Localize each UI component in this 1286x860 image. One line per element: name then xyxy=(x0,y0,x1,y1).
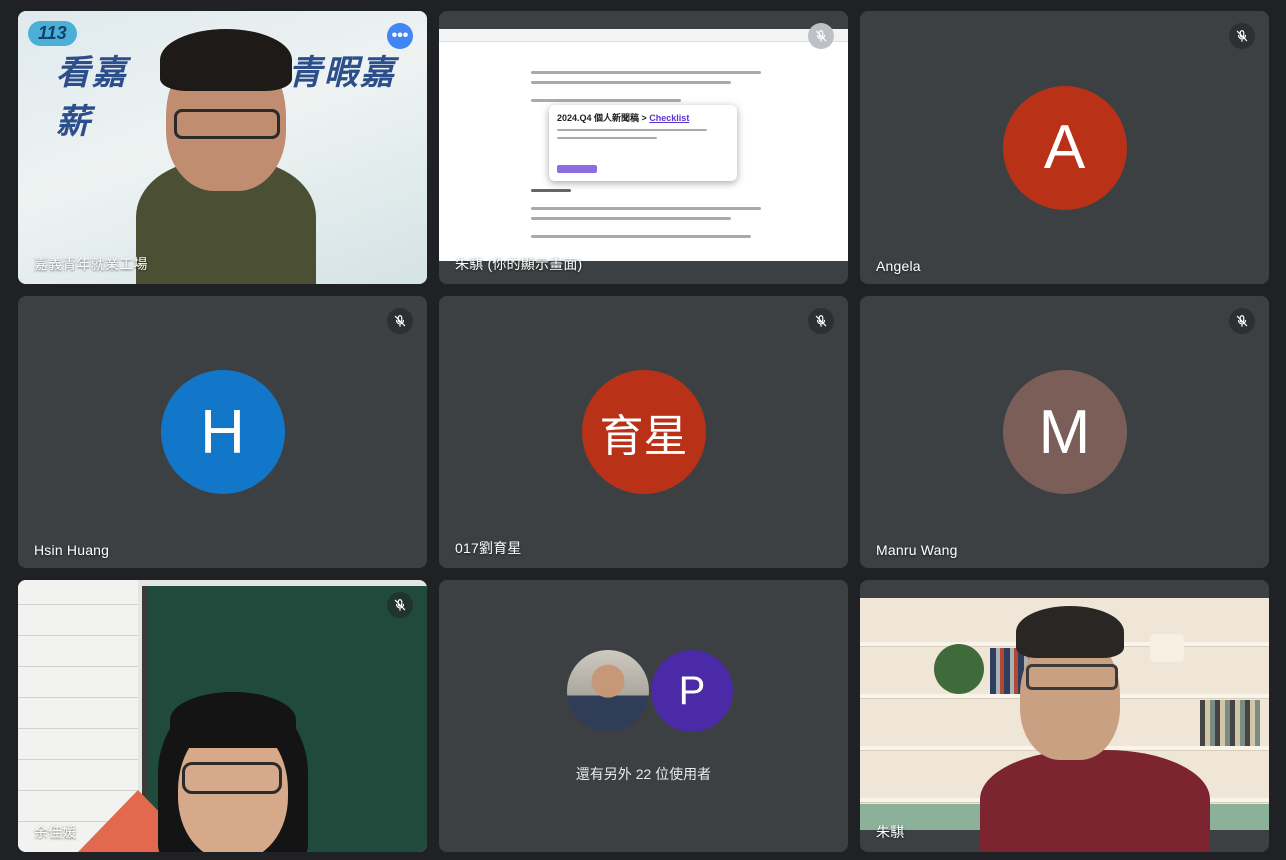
text-line xyxy=(531,207,761,210)
participant-tile-9[interactable]: 朱騏 xyxy=(860,580,1269,852)
mic-off-icon xyxy=(1229,308,1255,334)
text-line xyxy=(557,129,707,131)
text-line xyxy=(531,99,681,102)
shared-screen: 2024.Q4 個人新聞稿 > Checklist xyxy=(439,29,848,261)
mic-off-icon xyxy=(1229,23,1255,49)
participant-name: 朱騏 (你的顯示畫面) xyxy=(455,256,583,272)
text-line xyxy=(531,235,751,238)
avatar: M xyxy=(1002,370,1127,494)
lamp xyxy=(1150,634,1184,662)
more-options-icon[interactable]: ••• xyxy=(387,23,413,49)
text-line xyxy=(531,217,731,220)
shared-popup: 2024.Q4 個人新聞稿 > Checklist xyxy=(549,105,737,181)
avatar: P xyxy=(651,650,733,732)
avatar: A xyxy=(1002,85,1127,210)
mic-off-icon xyxy=(808,308,834,334)
browser-chrome xyxy=(439,29,848,42)
participant-name: 嘉義青年就業工場 xyxy=(34,256,148,272)
participant-name: 朱騏 xyxy=(876,824,905,840)
participant-tile-5[interactable]: 育星 017劉育星 xyxy=(439,296,848,568)
participant-tile-6[interactable]: M Manru Wang xyxy=(860,296,1269,568)
glasses-icon xyxy=(1026,664,1118,690)
person-body xyxy=(980,750,1210,852)
mic-off-icon xyxy=(387,308,413,334)
other-participants-avatars: P xyxy=(567,650,733,734)
glasses-icon xyxy=(182,762,282,794)
person-hair xyxy=(160,29,292,91)
avatar-photo xyxy=(567,650,649,732)
popup-title: 2024.Q4 個人新聞稿 > xyxy=(557,113,650,123)
text-line xyxy=(531,189,571,192)
popup-link: Checklist xyxy=(649,113,690,123)
avatar: H xyxy=(160,370,285,494)
banner-badge: 113 xyxy=(28,21,77,46)
participant-tile-4[interactable]: H Hsin Huang xyxy=(18,296,427,568)
participant-name: Manru Wang xyxy=(876,542,958,558)
mic-off-icon xyxy=(808,23,834,49)
participant-tile-1[interactable]: 113 看嘉 青暇嘉薪 ••• 嘉義青年就業工場 xyxy=(18,11,427,284)
person-bangs xyxy=(170,692,296,748)
plant xyxy=(934,644,984,694)
mic-off-icon xyxy=(387,592,413,618)
popup-button xyxy=(557,165,597,173)
participant-name: 017劉育星 xyxy=(455,540,522,556)
participant-tile-7[interactable]: 余佳媛 xyxy=(18,580,427,852)
avatar: 育星 xyxy=(581,370,706,494)
participant-name: Hsin Huang xyxy=(34,542,110,558)
text-line xyxy=(531,71,761,74)
text-line xyxy=(531,81,731,84)
participant-tile-3[interactable]: A Angela xyxy=(860,11,1269,284)
participant-name: 余佳媛 xyxy=(34,824,77,840)
participant-tile-2[interactable]: 2024.Q4 個人新聞稿 > Checklist 朱騏 (你的顯示畫面) xyxy=(439,11,848,284)
person-hair xyxy=(1016,606,1124,658)
others-count-label: 還有另外 22 位使用者 xyxy=(575,766,712,782)
text-line xyxy=(557,137,657,139)
books xyxy=(1200,700,1260,746)
glasses-icon xyxy=(174,109,280,139)
participant-tile-8-others[interactable]: P 還有另外 22 位使用者 xyxy=(439,580,848,852)
participant-name: Angela xyxy=(876,258,921,274)
